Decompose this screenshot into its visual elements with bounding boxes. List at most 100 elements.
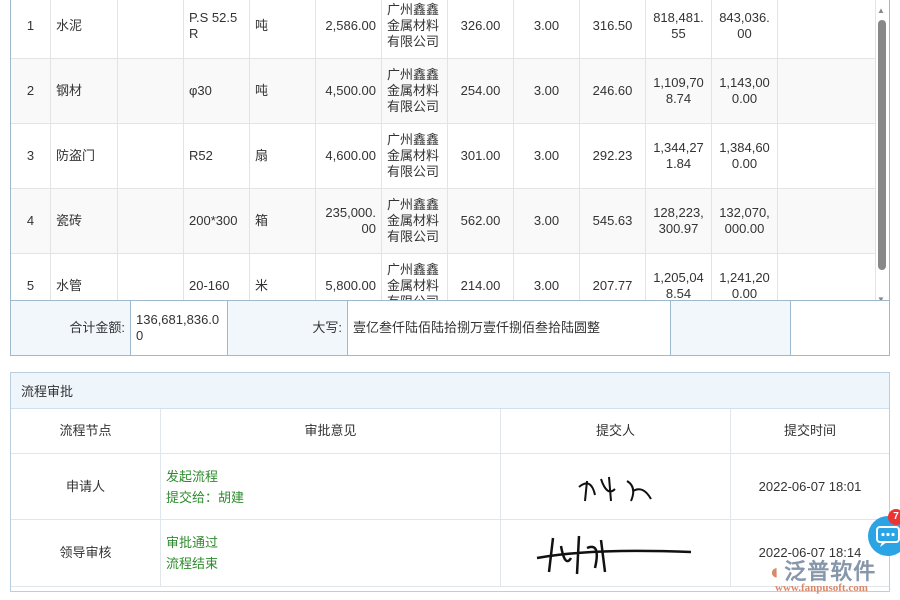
cell-blank — [118, 59, 184, 123]
col-header: 流程节点 — [11, 409, 161, 453]
cell-blank2 — [778, 124, 876, 188]
chat-badge: 7 — [888, 509, 900, 525]
cell-spec: 200*300 — [184, 189, 250, 253]
cell-blank — [118, 254, 184, 300]
cell-net-price: 246.60 — [580, 59, 646, 123]
cell-price: 254.00 — [448, 59, 514, 123]
cell-spec: 20-160 — [184, 254, 250, 300]
cell-no: 2 — [11, 59, 51, 123]
cell-supplier: 广州鑫鑫金属材料有限公司 — [382, 124, 448, 188]
cell-unit: 米 — [250, 254, 316, 300]
approval-header-row: 流程节点 审批意见 提交人 提交时间 — [11, 409, 889, 454]
cell-name: 水管 — [51, 254, 118, 300]
cell-supplier: 广州鑫鑫金属材料有限公司 — [382, 189, 448, 253]
scrollbar-thumb[interactable] — [878, 20, 886, 270]
cell-no: 4 — [11, 189, 51, 253]
cell-amount: 1,384,600.00 — [712, 124, 778, 188]
cell-tax: 3.00 — [514, 254, 580, 300]
empty-cell — [791, 301, 889, 355]
cell-amount: 1,241,200.00 — [712, 254, 778, 300]
node-name: 领导审核 — [11, 520, 161, 586]
cell-name: 防盗门 — [51, 124, 118, 188]
cell-tax: 3.00 — [514, 124, 580, 188]
cell-blank — [118, 189, 184, 253]
approval-row: 领导审核 审批通过流程结束 2022-06-07 18:14 — [11, 520, 889, 587]
watermark-url: www.fanpusoft.com — [775, 582, 868, 594]
cell-blank — [118, 0, 184, 58]
cell-qty: 4,600.00 — [316, 124, 382, 188]
cell-qty: 5,800.00 — [316, 254, 382, 300]
cell-qty: 4,500.00 — [316, 59, 382, 123]
opinion-line: 发起流程 — [166, 466, 244, 487]
cell-supplier: 广州鑫鑫金属材料有限公司 — [382, 0, 448, 58]
submitter-signature — [501, 520, 731, 586]
cell-qty: 2,586.00 — [316, 0, 382, 58]
cell-spec: P.S 52.5 R — [184, 0, 250, 58]
cell-net-amount: 1,109,708.74 — [646, 59, 712, 123]
approval-panel: 流程审批 流程节点 审批意见 提交人 提交时间 申请人 发起流程提交给：胡建 2… — [10, 372, 890, 592]
empty-cell — [671, 301, 791, 355]
summary-row: 合计金额: 136,681,836.00 大写: 壹亿叁仟陆佰陆拾捌万壹仟捌佰叁… — [10, 300, 890, 356]
cell-blank2 — [778, 189, 876, 253]
cell-price: 326.00 — [448, 0, 514, 58]
total-value: 136,681,836.00 — [131, 301, 228, 355]
cell-unit: 扇 — [250, 124, 316, 188]
cell-tax: 3.00 — [514, 189, 580, 253]
node-name: 申请人 — [11, 454, 161, 519]
col-header: 审批意见 — [161, 409, 501, 453]
scroll-up-icon[interactable]: ▲ — [877, 6, 885, 15]
opinion-line: 提交给：胡建 — [166, 487, 244, 508]
cell-net-amount: 1,344,271.84 — [646, 124, 712, 188]
submit-time: 2022-06-07 18:01 — [731, 454, 889, 519]
cell-net-price: 207.77 — [580, 254, 646, 300]
total-label: 合计金额: — [11, 301, 131, 355]
signature-image — [531, 528, 701, 578]
cell-price: 301.00 — [448, 124, 514, 188]
approval-title: 流程审批 — [11, 373, 889, 409]
table-row[interactable]: 3防盗门 R52扇4,600.00广州鑫鑫金属材料有限公司301.003.0029… — [11, 124, 876, 189]
cell-amount: 1,143,000.00 — [712, 59, 778, 123]
opinion-line: 审批通过 — [166, 532, 218, 553]
cell-net-price: 545.63 — [580, 189, 646, 253]
cell-net-price: 316.50 — [580, 0, 646, 58]
caps-label: 大写: — [228, 301, 348, 355]
cell-supplier: 广州鑫鑫金属材料有限公司 — [382, 254, 448, 300]
cell-net-amount: 1,205,048.54 — [646, 254, 712, 300]
table-row[interactable]: 4瓷砖 200*300箱235,000.00广州鑫鑫金属材料有限公司562.003… — [11, 189, 876, 254]
signature-image — [571, 467, 661, 507]
cell-price: 562.00 — [448, 189, 514, 253]
cell-blank2 — [778, 254, 876, 300]
cell-unit: 箱 — [250, 189, 316, 253]
cell-no: 1 — [11, 0, 51, 58]
cell-blank2 — [778, 59, 876, 123]
caps-value: 壹亿叁仟陆佰陆拾捌万壹仟捌佰叁拾陆圆整 — [348, 301, 671, 355]
col-header: 提交人 — [501, 409, 731, 453]
cell-qty: 235,000.00 — [316, 189, 382, 253]
cell-amount: 843,036.00 — [712, 0, 778, 58]
vertical-scrollbar[interactable]: ▲ ▼ — [876, 6, 888, 304]
cell-amount: 132,070,000.00 — [712, 189, 778, 253]
table-row[interactable]: 5水管20-160米5,800.00广州鑫鑫金属材料有限公司214.003.00… — [11, 254, 876, 300]
approval-row: 申请人 发起流程提交给：胡建 2022-06-07 18:01 — [11, 454, 889, 520]
table-row[interactable]: 2钢材φ30吨4,500.00广州鑫鑫金属材料有限公司254.003.00246… — [11, 59, 876, 124]
cell-no: 3 — [11, 124, 51, 188]
cell-blank2 — [778, 0, 876, 58]
cell-name: 钢材 — [51, 59, 118, 123]
cell-spec: R52 — [184, 124, 250, 188]
table-row[interactable]: 1水泥P.S 52.5 R吨2,586.00广州鑫鑫金属材料有限公司326.00… — [11, 0, 876, 59]
cell-no: 5 — [11, 254, 51, 300]
cell-unit: 吨 — [250, 59, 316, 123]
cell-name: 瓷砖 — [51, 189, 118, 253]
cell-tax: 3.00 — [514, 0, 580, 58]
cell-net-price: 292.23 — [580, 124, 646, 188]
cell-spec: φ30 — [184, 59, 250, 123]
materials-table: 1水泥P.S 52.5 R吨2,586.00广州鑫鑫金属材料有限公司326.00… — [10, 0, 890, 300]
opinion-line: 流程结束 — [166, 553, 218, 574]
submitter-signature — [501, 454, 731, 519]
cell-supplier: 广州鑫鑫金属材料有限公司 — [382, 59, 448, 123]
watermark-brand: 泛普软件 — [784, 559, 876, 584]
cell-net-amount: 128,223,300.97 — [646, 189, 712, 253]
cell-unit: 吨 — [250, 0, 316, 58]
cell-blank — [118, 124, 184, 188]
cell-net-amount: 818,481.55 — [646, 0, 712, 58]
